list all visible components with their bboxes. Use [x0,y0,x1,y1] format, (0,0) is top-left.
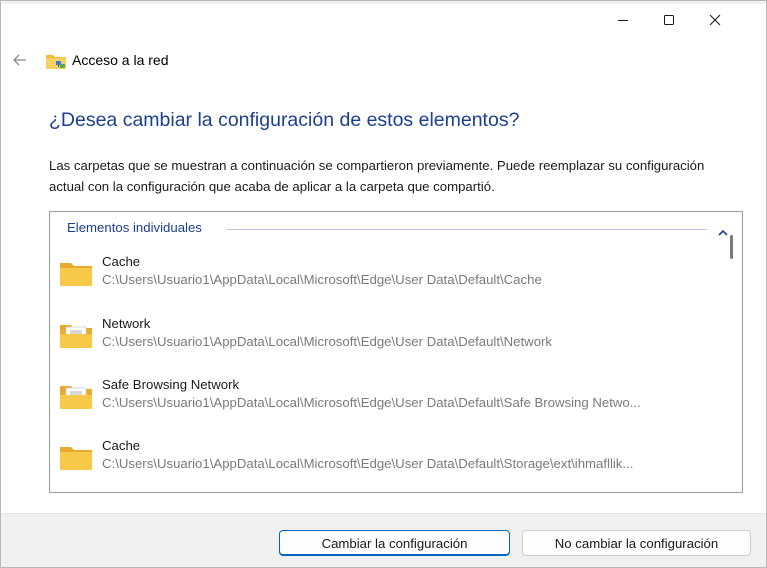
maximize-button[interactable] [646,1,692,39]
item-path: C:\Users\Usuario1\AppData\Local\Microsof… [102,395,641,410]
dialog-footer: Cambiar la configuración No cambiar la c… [1,513,766,567]
items-list[interactable]: Elementos individuales Cache C:\Users\Us… [49,211,743,493]
list-item[interactable]: Cache C:\Users\Usuario1\AppData\Local\Mi… [59,254,729,298]
group-divider [227,229,707,230]
scrollbar-thumb[interactable] [730,235,733,259]
close-button[interactable] [692,1,738,39]
list-item[interactable]: Safe Browsing Network C:\Users\Usuario1\… [59,377,729,421]
list-item[interactable]: Network C:\Users\Usuario1\AppData\Local\… [59,316,729,360]
dialog-window: Acceso a la red ¿Desea cambiar la config… [0,0,767,568]
item-name: Network [102,316,151,331]
list-item[interactable]: Cache C:\Users\Usuario1\AppData\Local\Mi… [59,438,729,482]
item-path: C:\Users\Usuario1\AppData\Local\Microsof… [102,334,553,349]
title-bar[interactable] [1,1,766,39]
folder-with-documents-icon [60,386,92,409]
back-arrow-icon[interactable] [11,51,29,69]
group-header[interactable]: Elementos individuales [67,220,728,238]
item-name: Cache [102,438,141,453]
page-heading: ¿Desea cambiar la configuración de estos… [49,109,520,131]
folder-icon [60,263,92,286]
network-folder-icon [46,55,66,69]
app-title: Acceso a la red [72,52,169,68]
minimize-button[interactable] [600,1,646,39]
item-name: Cache [102,254,141,269]
group-label: Elementos individuales [67,220,208,235]
keep-settings-button[interactable]: No cambiar la configuración [522,530,751,556]
folder-with-documents-icon [60,325,92,348]
description-text: Las carpetas que se muestran a continuac… [49,158,705,194]
minimize-icon [618,20,628,21]
folder-icon [60,447,92,470]
close-icon [709,14,721,26]
maximize-icon [664,15,674,25]
item-path: C:\Users\Usuario1\AppData\Local\Microsof… [102,456,634,471]
chevron-up-icon[interactable] [718,230,728,236]
navigation-row: Acceso a la red [1,45,766,75]
change-settings-button[interactable]: Cambiar la configuración [279,530,510,556]
item-name: Safe Browsing Network [102,377,240,392]
item-path: C:\Users\Usuario1\AppData\Local\Microsof… [102,272,542,287]
